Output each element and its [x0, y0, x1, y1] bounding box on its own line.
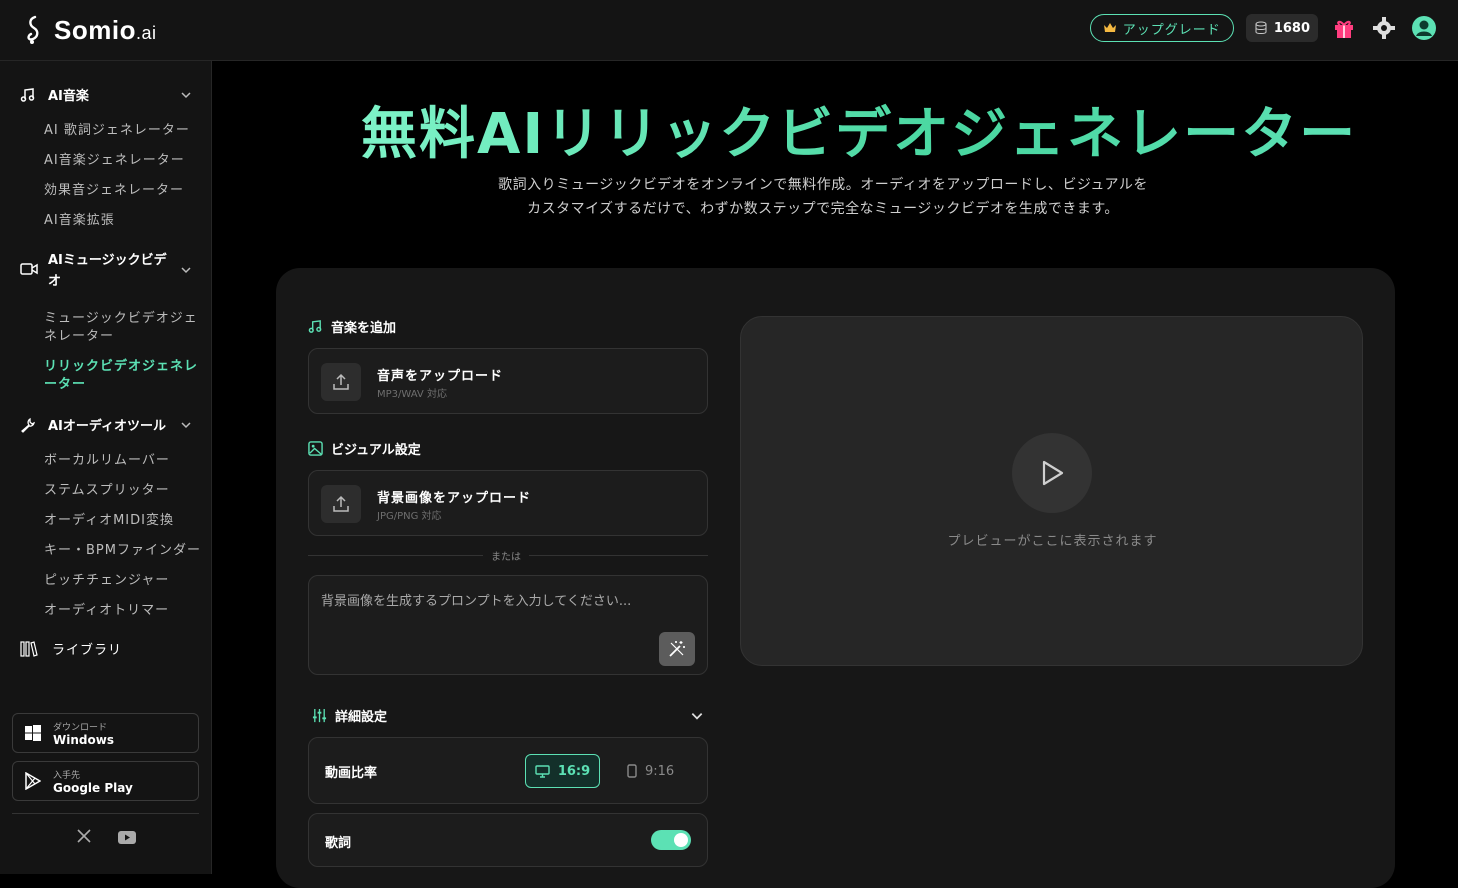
add-music-heading: 音楽を追加: [308, 317, 396, 336]
upload-icon: [333, 373, 349, 390]
gear-icon: [1373, 17, 1395, 39]
crown-icon: [1103, 23, 1116, 32]
sidebar-item-lyric-video-generator[interactable]: リリックビデオジェネレーター: [44, 358, 202, 394]
video-preview: プレビューがここに表示されます: [740, 316, 1363, 666]
play-icon: [1042, 460, 1064, 486]
generator-panel: 音楽を追加 音声をアップロード MP3/WAV 対応 ビジュアル設定 背景画像を…: [276, 268, 1395, 888]
gift-icon: [1335, 20, 1353, 38]
sidebar-section-audio-tools[interactable]: AIオーディオツール: [20, 415, 192, 434]
sidebar-item-music-video-generator[interactable]: ミュージックビデオジェネレーター: [44, 310, 202, 346]
audio-upload-title: 音声をアップロード: [377, 369, 504, 384]
ratio-9-16-button[interactable]: 9:16: [627, 754, 674, 788]
logo[interactable]: Somio.ai: [22, 15, 156, 46]
sidebar-item-music-extend[interactable]: AI音楽拡張: [44, 212, 204, 230]
google-play-icon: [25, 772, 41, 790]
sliders-icon: [312, 708, 327, 723]
video-camera-icon: [20, 263, 38, 275]
prompt-placeholder: 背景画像を生成するプロンプトを入力してください...: [321, 594, 632, 609]
prompt-input[interactable]: 背景画像を生成するプロンプトを入力してください...: [308, 575, 708, 675]
credits-badge[interactable]: 1680: [1245, 14, 1318, 42]
advanced-settings-toggle[interactable]: 詳細設定: [312, 706, 704, 725]
sidebar-section-music-video[interactable]: AIミュージックビデオ: [20, 250, 192, 292]
sidebar-item-sfx-generator[interactable]: 効果音ジェネレーター: [44, 182, 204, 200]
audio-upload-formats: MP3/WAV 対応: [377, 389, 447, 400]
sidebar-item-vocal-remover[interactable]: ボーカルリムーバー: [44, 452, 204, 470]
upgrade-button[interactable]: アップグレード: [1089, 14, 1234, 42]
preview-placeholder-text: プレビューがここに表示されます: [947, 534, 1158, 549]
magic-wand-icon: [669, 641, 685, 657]
aspect-ratio-label: 動画比率: [325, 766, 378, 781]
sidebar-item-library[interactable]: ライブラリ: [20, 639, 192, 658]
sidebar: AI音楽 AI 歌詞ジェネレーター AI音楽ジェネレーター 効果音ジェネレーター…: [0, 61, 212, 874]
lyrics-label: 歌詞: [325, 836, 352, 851]
x-twitter-icon: [77, 829, 91, 843]
download-windows-button[interactable]: ダウンロード Windows: [12, 713, 199, 753]
play-button[interactable]: [1012, 433, 1092, 513]
magic-wand-button[interactable]: [659, 632, 695, 666]
visual-settings-heading: ビジュアル設定: [308, 439, 421, 458]
music-note-icon: [20, 87, 35, 102]
image-upload-title: 背景画像をアップロード: [377, 491, 532, 506]
settings-button[interactable]: [1370, 14, 1398, 42]
youtube-link[interactable]: [118, 829, 136, 848]
music-note-icon: [308, 320, 322, 333]
chevron-down-icon: [691, 712, 703, 720]
logo-icon: [27, 15, 39, 44]
sidebar-item-audio-midi[interactable]: オーディオMIDI変換: [44, 512, 204, 530]
youtube-icon: [118, 831, 136, 844]
user-avatar-icon: [1412, 16, 1436, 40]
ratio-16-9-button[interactable]: 16:9: [525, 754, 600, 788]
upgrade-label: アップグレード: [1122, 22, 1221, 38]
sidebar-item-lyrics-generator[interactable]: AI 歌詞ジェネレーター: [44, 122, 204, 140]
sidebar-item-key-bpm-finder[interactable]: キー・BPMファインダー: [44, 542, 204, 560]
sidebar-item-pitch-changer[interactable]: ピッチチェンジャー: [44, 572, 204, 590]
main-content: 無料AIリリックビデオジェネレーター 歌詞入りミュージックビデオをオンラインで無…: [213, 61, 1458, 888]
top-bar: Somio.ai アップグレード 1680: [0, 0, 1458, 61]
image-upload-area[interactable]: 背景画像をアップロード JPG/PNG 対応: [308, 470, 708, 536]
image-icon: [308, 441, 323, 456]
or-label: または: [483, 548, 529, 563]
logo-text: Somio.ai: [54, 14, 157, 45]
sidebar-item-audio-trimmer[interactable]: オーディオトリマー: [44, 602, 204, 620]
x-link[interactable]: [77, 828, 91, 847]
lyrics-row: 歌詞: [308, 813, 708, 867]
chevron-down-icon: [181, 91, 191, 98]
audio-upload-area[interactable]: 音声をアップロード MP3/WAV 対応: [308, 348, 708, 414]
lyrics-toggle[interactable]: [651, 830, 691, 850]
audio-upload-button[interactable]: [321, 363, 361, 401]
image-upload-formats: JPG/PNG 対応: [377, 511, 442, 522]
credits-count: 1680: [1273, 20, 1310, 36]
monitor-icon: [535, 764, 550, 778]
download-google-play-button[interactable]: 入手先 Google Play: [12, 761, 199, 801]
sidebar-section-ai-music[interactable]: AI音楽: [20, 85, 192, 104]
aspect-ratio-row: 動画比率 16:9 9:16: [308, 737, 708, 804]
wrench-icon: [21, 417, 35, 433]
upload-icon: [333, 495, 349, 512]
windows-icon: [25, 725, 41, 741]
gift-button[interactable]: [1330, 14, 1358, 42]
page-description: 歌詞入りミュージックビデオをオンラインで無料作成。オーディオをアップロードし、ビ…: [498, 177, 1148, 217]
sidebar-divider: [12, 813, 199, 814]
page-title: 無料AIリリックビデオジェネレーター: [361, 89, 1357, 170]
library-icon: [20, 640, 38, 657]
coins-icon: [1255, 21, 1267, 34]
sidebar-item-stem-splitter[interactable]: ステムスプリッター: [44, 482, 204, 500]
chevron-down-icon: [181, 421, 191, 428]
image-upload-button[interactable]: [321, 485, 361, 523]
sidebar-item-music-generator[interactable]: AI音楽ジェネレーター: [44, 152, 204, 170]
phone-icon: [627, 764, 637, 778]
avatar[interactable]: [1410, 14, 1438, 42]
chevron-down-icon: [181, 267, 191, 274]
